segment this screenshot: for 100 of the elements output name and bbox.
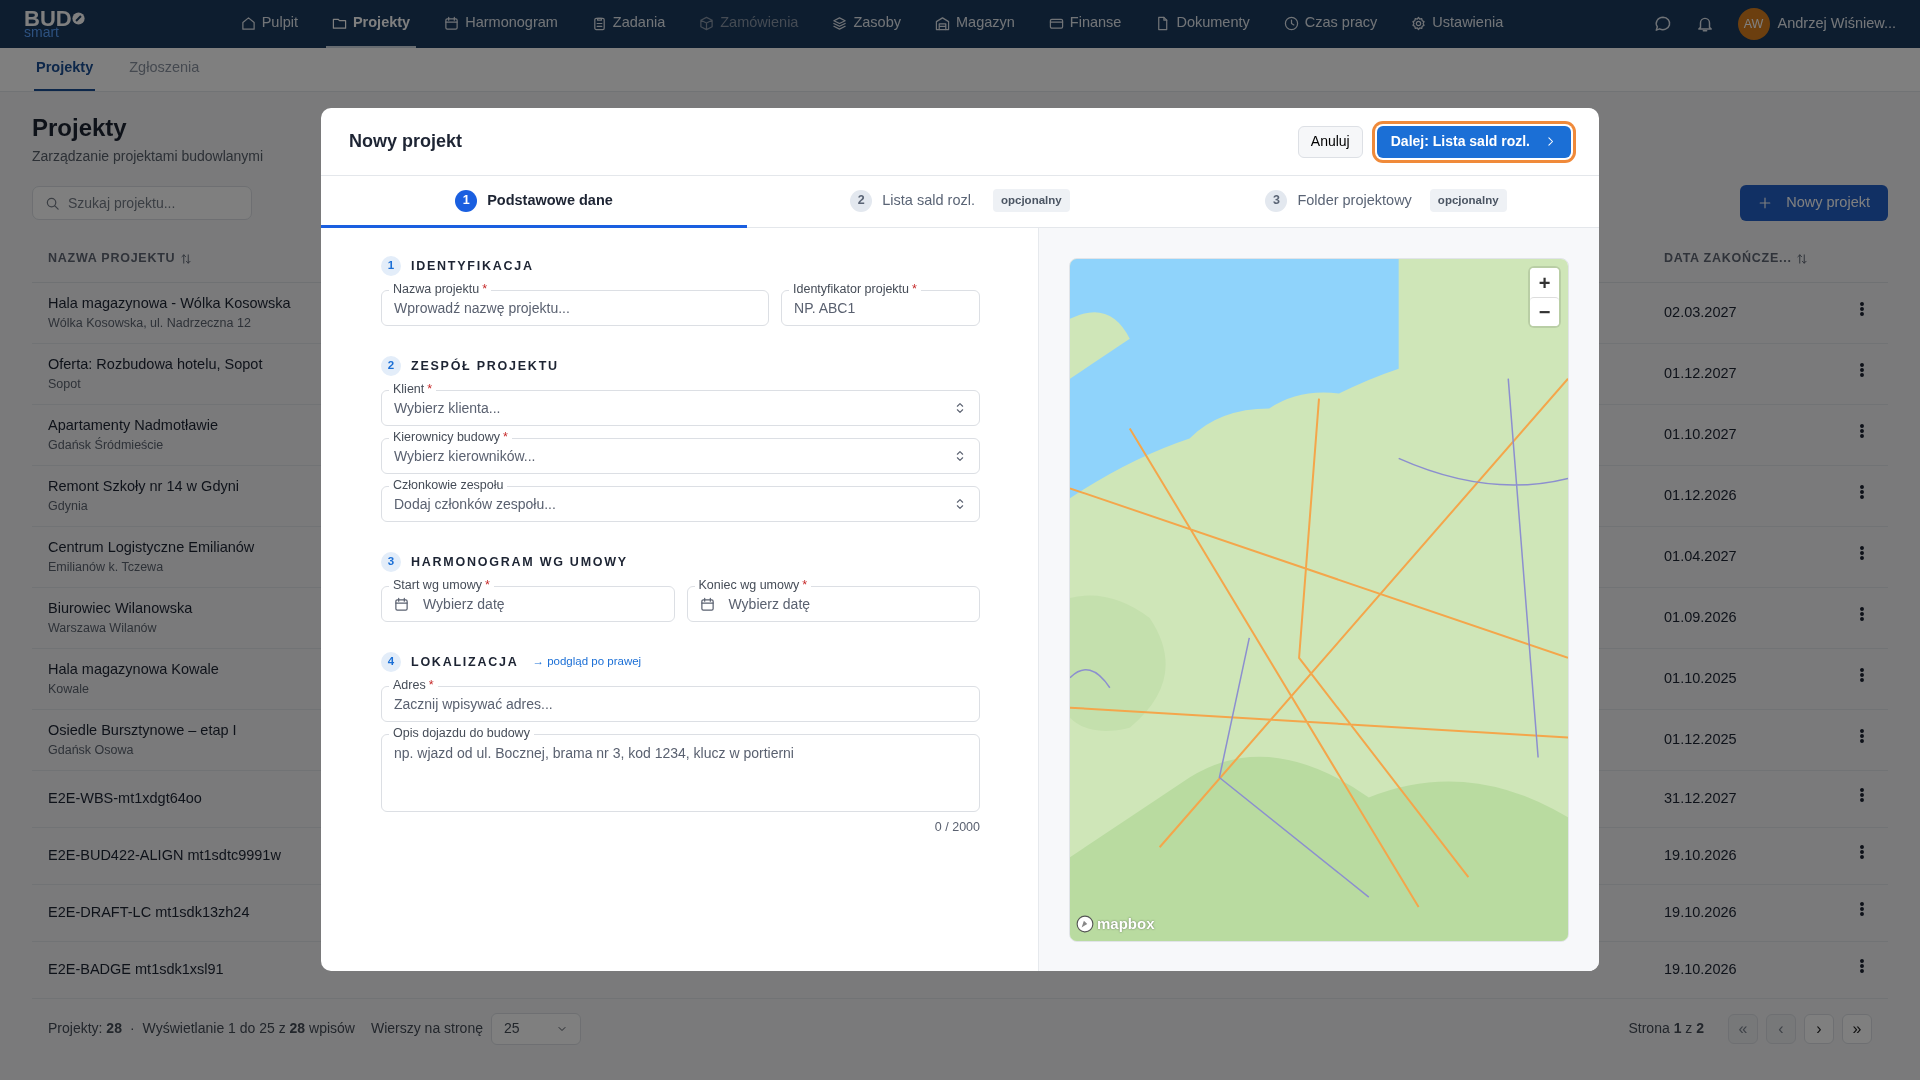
end-date: 19.10.2026 xyxy=(1664,960,1737,977)
nav-item[interactable]: Pulpit xyxy=(234,0,304,48)
project-name[interactable]: Hala magazynowa Kowale xyxy=(48,658,219,681)
page-indicator: Strona 1 z 2 xyxy=(1628,1019,1704,1039)
chat-icon xyxy=(1653,15,1672,33)
project-location: Wólka Kosowska, ul. Nadrzeczna 12 xyxy=(48,315,251,333)
project-count: Projekty: 28 xyxy=(48,1019,122,1039)
section-title: IDENTYFIKACJA xyxy=(411,257,534,275)
project-location: Kowale xyxy=(48,681,89,699)
nav-item[interactable]: Ustawienia xyxy=(1405,0,1510,48)
project-name[interactable]: Oferta: Rozbudowa hotelu, Sopot xyxy=(48,353,263,376)
end-date: 01.04.2027 xyxy=(1664,547,1737,564)
section-title: HARMONOGRAM WG UMOWY xyxy=(411,553,628,571)
end-date: 01.09.2026 xyxy=(1664,608,1737,625)
section-number: 2 xyxy=(381,356,401,376)
cancel-button[interactable]: Anuluj xyxy=(1297,125,1363,158)
section-number: 4 xyxy=(381,652,401,672)
project-name[interactable]: E2E-DRAFT-LC mt1sdk13zh24 xyxy=(48,901,250,924)
zoom-out-button[interactable]: − xyxy=(1530,297,1559,326)
project-name[interactable]: E2E-BADGE mt1sdk1xsl91 xyxy=(48,958,224,981)
project-location: Gdańsk Osowa xyxy=(48,742,134,760)
column-header[interactable]: DATA ZAKOŃCZE... xyxy=(1664,251,1792,265)
field-label: Kierownicy budowy * xyxy=(389,430,512,444)
preview-link[interactable]: → podgląd po prawej xyxy=(532,653,642,671)
field-label: Identyfikator projektu * xyxy=(789,282,921,296)
project-name[interactable]: Osiedle Bursztynowe – etap I xyxy=(48,719,237,742)
search-icon xyxy=(45,195,60,211)
project-name[interactable]: Apartamenty Nadmotławie xyxy=(48,414,219,437)
field-label: Klient * xyxy=(389,382,437,396)
column-header[interactable]: NAZWA PROJEKTU xyxy=(48,251,176,265)
project-location: Gdańsk Śródmieście xyxy=(48,436,164,455)
project-location: Warszawa Wilanów xyxy=(48,620,157,638)
project-name[interactable]: E2E-BUD422-ALIGN mt1sdtc9991w xyxy=(48,844,281,867)
step-tab[interactable]: 3 Folder projektowy opcjonalny xyxy=(1173,176,1599,228)
nav-item[interactable]: Czas pracy xyxy=(1277,0,1384,48)
section-title: ZESPÓŁ PROJEKTU xyxy=(411,357,559,375)
end-date: 19.10.2026 xyxy=(1664,903,1737,920)
project-name[interactable]: Biurowiec Wilanowska xyxy=(48,597,193,620)
clock-icon xyxy=(1283,15,1299,31)
project-name[interactable]: Centrum Logistyczne Emilianów xyxy=(48,536,255,559)
character-counter: 0 / 2000 xyxy=(933,819,980,836)
entries-summary: Wyświetlanie 1 do 25 z 28 wpisów xyxy=(142,1019,355,1039)
project-location: Emilianów k. Tczewa xyxy=(48,559,164,577)
end-date: 02.03.2027 xyxy=(1664,303,1737,320)
calendar-icon xyxy=(699,596,715,612)
project-location: Sopot xyxy=(48,376,81,394)
field-label: Start wg umowy * xyxy=(389,578,494,592)
end-date: 19.10.2026 xyxy=(1664,846,1737,863)
end-date: 31.12.2027 xyxy=(1664,789,1737,806)
nav-item[interactable]: Magazyn xyxy=(929,0,1021,48)
section-number: 3 xyxy=(381,552,401,572)
end-date: 01.10.2027 xyxy=(1664,425,1737,442)
nav-item[interactable]: Zasoby xyxy=(826,0,907,48)
end-date: 01.12.2027 xyxy=(1664,364,1737,381)
sort-icon xyxy=(1795,252,1808,265)
layers-icon xyxy=(832,15,848,31)
separator-dot: · xyxy=(129,1019,135,1039)
nav-item[interactable]: Finanse xyxy=(1042,0,1128,48)
step-tab[interactable]: 1 Podstawowe dane xyxy=(321,176,747,228)
calendar-icon xyxy=(444,15,460,31)
field-label: Członkowie zespołu xyxy=(389,478,508,492)
page-button[interactable]: › xyxy=(1804,1013,1834,1044)
page-title: Projekty xyxy=(32,113,127,143)
new-project-button[interactable]: Nowy projekt xyxy=(1740,185,1888,221)
sub-tab[interactable]: Zgłoszenia xyxy=(127,47,202,91)
logo-text: BUD xyxy=(24,9,72,28)
mapbox-logo-icon xyxy=(1076,914,1094,933)
building-icon xyxy=(935,15,950,31)
logo-icon xyxy=(71,11,85,25)
sort-icon xyxy=(179,252,192,265)
project-name[interactable]: Remont Szkoły nr 14 w Gdyni xyxy=(48,475,239,498)
field-label: Opis dojazdu do budowy xyxy=(389,726,534,740)
home-icon xyxy=(240,15,256,31)
page-button[interactable]: » xyxy=(1842,1013,1872,1044)
rows-per-page-label: Wierszy na stronę xyxy=(370,1019,483,1039)
section-number: 1 xyxy=(381,256,401,276)
step-tab[interactable]: 2 Lista sald rozl. opcjonalny xyxy=(747,176,1173,228)
project-location: Gdynia xyxy=(48,498,88,516)
settings-icon xyxy=(1411,15,1427,31)
project-name[interactable]: E2E-WBS-mt1xdgt64oo xyxy=(48,787,202,810)
rows-per-page-select[interactable]: 25 xyxy=(491,1012,581,1045)
project-name[interactable]: Hala magazynowa - Wólka Kosowska xyxy=(48,292,291,315)
field-label: Adres * xyxy=(389,678,438,692)
modal-title: Nowy projekt xyxy=(349,130,463,153)
bell-icon xyxy=(1695,15,1714,33)
box-icon xyxy=(699,15,715,31)
search-field[interactable]: Szukaj projektu... xyxy=(32,186,252,220)
sub-tab[interactable]: Projekty xyxy=(34,47,96,91)
page-subtitle: Zarządzanie projektami budowlanymi xyxy=(32,147,264,166)
logo-subtext: smart xyxy=(24,27,59,39)
end-date: 01.12.2025 xyxy=(1664,730,1737,747)
end-date: 01.12.2026 xyxy=(1664,486,1737,503)
calendar-icon xyxy=(394,596,409,612)
nav-item[interactable]: Harmonogram xyxy=(438,0,564,48)
user-name[interactable]: Andrzej Wiśniew... xyxy=(1777,13,1896,35)
field-label: Nazwa projektu * xyxy=(389,282,492,296)
user-avatar[interactable]: AW xyxy=(1737,8,1770,40)
nav-item[interactable]: Zadania xyxy=(585,0,672,48)
plus-icon xyxy=(1758,196,1773,210)
nav-item[interactable]: Dokumenty xyxy=(1149,0,1256,48)
